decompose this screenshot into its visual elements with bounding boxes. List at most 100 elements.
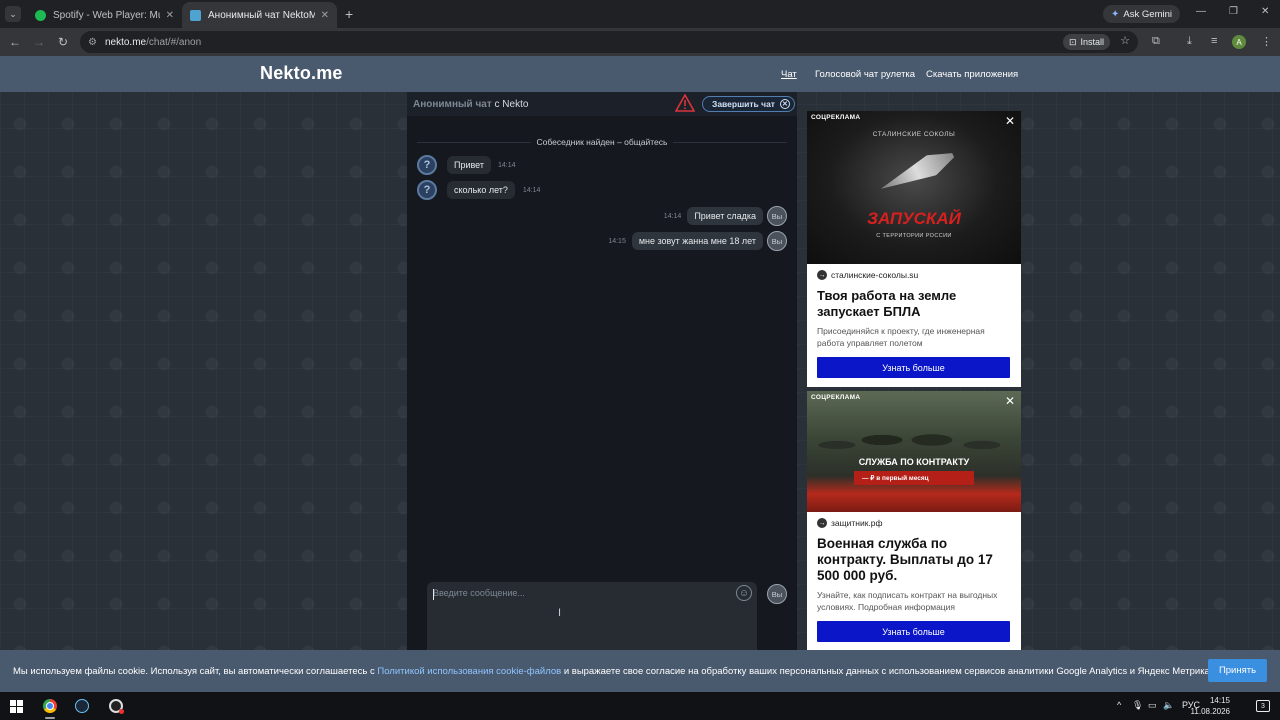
cookie-text-before: Мы используем файлы cookie. Используя са…	[13, 666, 378, 677]
message-text: Привет сладка	[687, 207, 763, 225]
steam-icon	[75, 699, 89, 713]
taskbar-chrome[interactable]	[39, 696, 61, 719]
battery-icon[interactable]: ▭	[1148, 700, 1157, 711]
taskbar: ^ 🎙 ▭ 🔈 РУС 14:15 11.08.2026 3	[0, 692, 1280, 720]
spotify-icon	[35, 9, 46, 21]
extensions-icon[interactable]: ⧉	[1152, 35, 1160, 48]
notification-icon[interactable]: 3	[1256, 700, 1270, 712]
address-bar[interactable]: ⚙ nekto.me/chat/#/anon ⊡ Install ☆	[80, 31, 1138, 53]
close-icon[interactable]: ✕	[166, 10, 174, 21]
restore-icon[interactable]: ❐	[1229, 6, 1238, 17]
browser-tabstrip: ⌄ Spotify - Web Player: Music for ✕ Анон…	[0, 0, 1280, 28]
stranger-avatar: ?	[417, 180, 437, 200]
ad-text: Присоединяйся к проекту, где инженерная …	[817, 326, 985, 348]
menu-icon[interactable]: ⋮	[1261, 35, 1272, 48]
chat-title-muted: Анонимный чат	[413, 99, 492, 110]
cookie-text: Мы используем файлы cookie. Используя са…	[13, 666, 1212, 677]
install-button[interactable]: ⊡ Install	[1062, 34, 1110, 50]
taskbar-steam[interactable]	[71, 696, 93, 716]
tab-spotify[interactable]: Spotify - Web Player: Music for ✕	[27, 2, 182, 28]
window-close-icon[interactable]: ✕	[1261, 6, 1269, 17]
windows-icon	[9, 699, 23, 713]
nekto-icon	[190, 9, 201, 21]
ad-domain[interactable]: → защитник.рф	[817, 518, 1011, 528]
browser-toolbar: ← → ↻ ⚙ nekto.me/chat/#/anon ⊡ Install ☆…	[0, 28, 1280, 56]
emoji-icon[interactable]: ☺	[736, 585, 752, 601]
profile-avatar[interactable]: A	[1232, 35, 1246, 49]
ad-title[interactable]: Военная служба по контракту. Выплаты до …	[817, 536, 1011, 584]
chat-title: Анонимный чат с Nekto	[413, 99, 528, 110]
message-mine: 14:15 мне зовут жанна мне 18 лет Вы	[608, 231, 787, 251]
cookie-accept-button[interactable]: Принять	[1208, 659, 1267, 682]
ad-body: → защитник.рф Военная служба по контракт…	[807, 512, 1021, 652]
forward-icon[interactable]: →	[27, 35, 51, 49]
chrome-icon	[43, 699, 57, 713]
ad-image[interactable]: СОЦРЕКЛАМА ✕ СТАЛИНСКИЕ СОКОЛЫ ЗАПУСКАЙ …	[807, 111, 1021, 264]
drone-illustration	[876, 145, 958, 199]
download-icon[interactable]: ⤓	[1187, 35, 1192, 48]
minimize-icon[interactable]: —	[1196, 6, 1206, 17]
ad-image-headline: ЗАПУСКАЙ	[867, 209, 961, 228]
cookie-policy-link[interactable]: Политикой использования cookie-файлов	[377, 666, 561, 677]
report-warning-icon[interactable]	[675, 94, 695, 112]
ad-cta-button[interactable]: Узнать больше	[817, 621, 1010, 642]
cookie-banner: Мы используем файлы cookie. Используя са…	[0, 650, 1280, 692]
arrow-right-icon: →	[817, 270, 827, 280]
ask-gemini-button[interactable]: ✦ Ask Gemini	[1103, 5, 1180, 23]
install-icon: ⊡	[1068, 36, 1077, 47]
tab-search-icon[interactable]: ⌄	[5, 6, 21, 22]
microphone-icon[interactable]: 🎙	[1132, 700, 1143, 711]
nav-chat[interactable]: Чат	[781, 69, 797, 80]
back-icon[interactable]: ←	[3, 35, 27, 49]
nav-voice-chat[interactable]: Голосовой чат рулетка	[815, 69, 915, 80]
message-stranger: ? сколько лет? 14:14	[417, 180, 540, 200]
tab-nekto[interactable]: Анонимный чат NektoMe ✕	[182, 2, 337, 28]
system-message: Собеседник найден – общайтесь	[407, 137, 797, 147]
text-cursor-icon: I	[558, 607, 562, 619]
message-time: 14:14	[522, 186, 541, 194]
ad-card[interactable]: СОЦРЕКЛАМА ✕ СТАЛИНСКИЕ СОКОЛЫ ЗАПУСКАЙ …	[807, 111, 1021, 387]
chat-panel: Анонимный чат с Nekto Завершить чат ✕ Со…	[407, 92, 797, 692]
my-avatar: Вы	[767, 206, 787, 226]
message-text: мне зовут жанна мне 18 лет	[631, 232, 763, 250]
new-tab-icon[interactable]: +	[345, 6, 353, 22]
nav-download-apps[interactable]: Скачать приложения	[926, 69, 1018, 80]
message-mine: 14:14 Привет сладка Вы	[664, 206, 787, 226]
reload-icon[interactable]: ↻	[51, 35, 75, 49]
message-input[interactable]	[433, 588, 729, 648]
page: Nekto.me Чат Голосовой чат рулетка Скача…	[0, 56, 1280, 692]
message-text: сколько лет?	[447, 181, 515, 199]
ad-text: Узнайте, как подписать контракт на выгод…	[817, 590, 998, 612]
start-button[interactable]	[5, 696, 27, 716]
message-time: 14:15	[608, 237, 626, 245]
ad-domain-text: защитник.рф	[831, 518, 883, 528]
clock[interactable]: 14:15 11.08.2026	[1191, 695, 1230, 717]
bookmark-star-icon[interactable]: ☆	[1120, 34, 1130, 47]
close-icon[interactable]: ✕	[1005, 114, 1015, 128]
taskbar-obs[interactable]	[105, 696, 127, 716]
close-circle-icon: ✕	[779, 99, 790, 109]
site-header: Nekto.me Чат Голосовой чат рулетка Скача…	[0, 56, 1280, 92]
install-label: Install	[1080, 37, 1104, 47]
text-caret	[433, 589, 434, 600]
ad-title[interactable]: Твоя работа на земле запускает БПЛА	[817, 288, 1011, 320]
site-info-icon[interactable]: ⚙	[88, 37, 97, 48]
ad-cta-button[interactable]: Узнать больше	[817, 357, 1010, 378]
send-avatar[interactable]: Вы	[767, 584, 787, 604]
end-chat-button[interactable]: Завершить чат ✕	[702, 96, 795, 112]
chat-title-rest: с Nekto	[491, 99, 529, 110]
volume-icon[interactable]: 🔈	[1163, 700, 1174, 711]
ad-image[interactable]: СОЦРЕКЛАМА ✕ СЛУЖБА ПО КОНТРАКТУ — ₽ в п…	[807, 391, 1021, 512]
cookie-text-after: и выражаете свое согласие на обработку в…	[561, 666, 1213, 677]
ad-card[interactable]: СОЦРЕКЛАМА ✕ СЛУЖБА ПО КОНТРАКТУ — ₽ в п…	[807, 391, 1021, 692]
close-icon[interactable]: ✕	[1005, 394, 1015, 408]
chevron-up-icon[interactable]: ^	[1117, 700, 1121, 710]
close-icon[interactable]: ✕	[321, 10, 329, 21]
reading-list-icon[interactable]: ≡	[1211, 35, 1217, 47]
message-stranger: ? Привет 14:14	[417, 155, 516, 175]
tab-title: Анонимный чат NektoMe	[208, 9, 315, 21]
message-time: 14:14	[663, 212, 682, 220]
ad-domain[interactable]: → сталинские-соколы.su	[817, 270, 1011, 280]
site-logo[interactable]: Nekto.me	[260, 63, 343, 84]
stranger-avatar: ?	[417, 155, 437, 175]
